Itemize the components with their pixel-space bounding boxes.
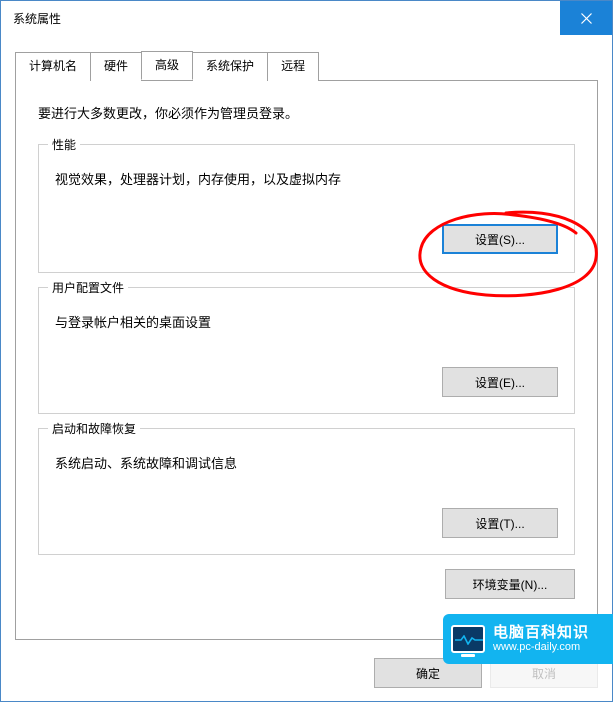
system-properties-window: 系统属性 计算机名 硬件 高级 系统保护 远程 要进行大多数更改，你必须作为管理…: [0, 0, 613, 702]
tab-advanced[interactable]: 高级: [141, 51, 193, 80]
tab-computer-name[interactable]: 计算机名: [15, 52, 91, 81]
group-startup-recovery-legend: 启动和故障恢复: [48, 420, 140, 437]
group-user-profiles: 用户配置文件 与登录帐户相关的桌面设置 设置(E)...: [38, 287, 575, 414]
group-user-profiles-desc: 与登录帐户相关的桌面设置: [55, 312, 558, 331]
group-user-profiles-legend: 用户配置文件: [48, 279, 128, 296]
group-startup-recovery: 启动和故障恢复 系统启动、系统故障和调试信息 设置(T)...: [38, 428, 575, 555]
watermark-badge: 电脑百科知识 www.pc-daily.com: [443, 614, 613, 664]
tab-hardware[interactable]: 硬件: [90, 52, 142, 81]
tab-strip: 计算机名 硬件 高级 系统保护 远程: [15, 51, 598, 80]
window-title: 系统属性: [13, 10, 61, 27]
watermark-title: 电脑百科知识: [493, 625, 589, 642]
close-icon: [581, 13, 592, 24]
group-performance: 性能 视觉效果，处理器计划，内存使用，以及虚拟内存 设置(S)...: [38, 144, 575, 273]
tab-panel-advanced: 要进行大多数更改，你必须作为管理员登录。 性能 视觉效果，处理器计划，内存使用，…: [15, 80, 598, 640]
group-performance-desc: 视觉效果，处理器计划，内存使用，以及虚拟内存: [55, 169, 558, 188]
watermark-url: www.pc-daily.com: [493, 641, 589, 653]
startup-recovery-settings-button[interactable]: 设置(T)...: [442, 508, 558, 538]
tab-remote[interactable]: 远程: [267, 52, 319, 81]
admin-instruction: 要进行大多数更改，你必须作为管理员登录。: [38, 103, 575, 122]
user-profiles-settings-button[interactable]: 设置(E)...: [442, 367, 558, 397]
group-performance-legend: 性能: [48, 136, 80, 153]
env-variables-row: 环境变量(N)...: [38, 569, 575, 599]
performance-settings-button[interactable]: 设置(S)...: [442, 224, 558, 254]
close-button[interactable]: [560, 1, 612, 35]
monitor-icon: [451, 625, 485, 653]
title-bar: 系统属性: [1, 1, 612, 35]
environment-variables-button[interactable]: 环境变量(N)...: [445, 569, 575, 599]
group-startup-recovery-desc: 系统启动、系统故障和调试信息: [55, 453, 558, 472]
tab-system-protection[interactable]: 系统保护: [192, 52, 268, 81]
content-area: 计算机名 硬件 高级 系统保护 远程 要进行大多数更改，你必须作为管理员登录。 …: [1, 35, 612, 645]
